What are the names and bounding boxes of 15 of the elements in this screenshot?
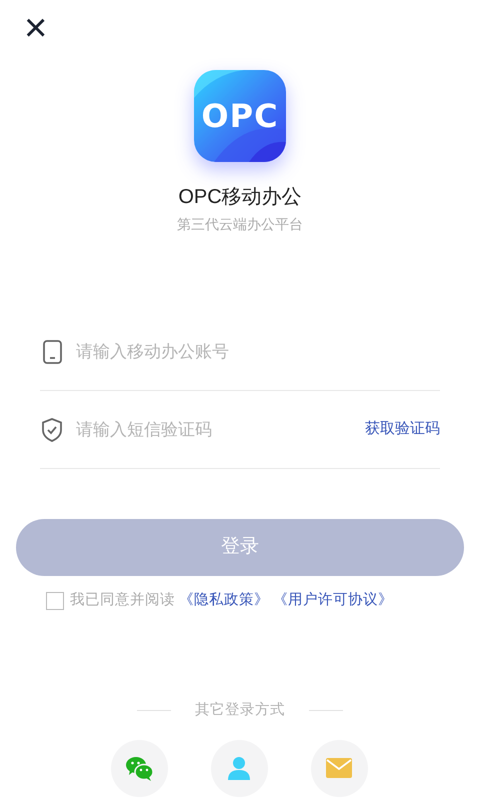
agreement-link[interactable]: 《用户许可协议》 [273,590,393,612]
get-code-button[interactable]: 获取验证码 [365,418,440,441]
phone-icon [40,338,64,364]
app-logo: OPC [194,70,286,162]
shield-check-icon [40,416,64,442]
chat-bubbles-icon [124,754,154,782]
other-login-title: 其它登录方式 [195,700,285,720]
agree-checkbox[interactable] [46,592,64,610]
app-tagline: 第三代云端办公平台 [177,215,303,234]
person-icon [227,756,251,780]
close-button[interactable]: × [20,8,52,48]
app-title: OPC移动办公 [178,185,302,210]
agreement-text: 我已同意并阅读 [70,591,175,610]
mail-icon [326,758,352,778]
agreement-link[interactable]: 《隐私政策》 [179,590,269,612]
